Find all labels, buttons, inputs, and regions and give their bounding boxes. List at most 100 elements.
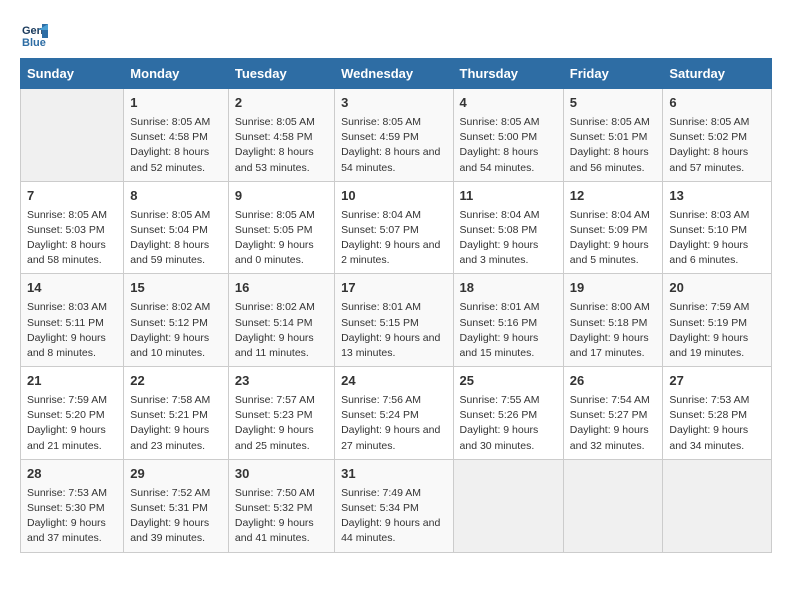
day-number: 16 — [235, 279, 328, 298]
calendar-cell: 12 Sunrise: 8:04 AM Sunset: 5:09 PM Dayl… — [563, 181, 663, 274]
week-row-3: 14 Sunrise: 8:03 AM Sunset: 5:11 PM Dayl… — [21, 274, 772, 367]
calendar-cell — [663, 459, 772, 552]
day-number: 28 — [27, 465, 117, 484]
calendar-cell: 8 Sunrise: 8:05 AM Sunset: 5:04 PM Dayli… — [124, 181, 229, 274]
svg-text:Blue: Blue — [22, 37, 46, 48]
cell-details: Sunrise: 8:01 AM Sunset: 5:16 PM Dayligh… — [460, 300, 557, 361]
calendar-cell: 19 Sunrise: 8:00 AM Sunset: 5:18 PM Dayl… — [563, 274, 663, 367]
day-number: 27 — [669, 372, 765, 391]
cell-details: Sunrise: 7:53 AM Sunset: 5:30 PM Dayligh… — [27, 486, 117, 547]
day-header-tuesday: Tuesday — [228, 59, 334, 89]
header-row: SundayMondayTuesdayWednesdayThursdayFrid… — [21, 59, 772, 89]
day-number: 25 — [460, 372, 557, 391]
cell-details: Sunrise: 8:00 AM Sunset: 5:18 PM Dayligh… — [570, 300, 657, 361]
week-row-5: 28 Sunrise: 7:53 AM Sunset: 5:30 PM Dayl… — [21, 459, 772, 552]
cell-details: Sunrise: 7:57 AM Sunset: 5:23 PM Dayligh… — [235, 393, 328, 454]
cell-details: Sunrise: 8:05 AM Sunset: 5:02 PM Dayligh… — [669, 115, 765, 176]
calendar-cell: 26 Sunrise: 7:54 AM Sunset: 5:27 PM Dayl… — [563, 367, 663, 460]
calendar-cell: 6 Sunrise: 8:05 AM Sunset: 5:02 PM Dayli… — [663, 89, 772, 182]
day-number: 23 — [235, 372, 328, 391]
day-header-monday: Monday — [124, 59, 229, 89]
cell-details: Sunrise: 8:05 AM Sunset: 4:59 PM Dayligh… — [341, 115, 446, 176]
calendar-cell: 1 Sunrise: 8:05 AM Sunset: 4:58 PM Dayli… — [124, 89, 229, 182]
cell-details: Sunrise: 8:02 AM Sunset: 5:12 PM Dayligh… — [130, 300, 222, 361]
day-header-wednesday: Wednesday — [335, 59, 453, 89]
calendar-cell: 4 Sunrise: 8:05 AM Sunset: 5:00 PM Dayli… — [453, 89, 563, 182]
calendar-cell: 17 Sunrise: 8:01 AM Sunset: 5:15 PM Dayl… — [335, 274, 453, 367]
cell-details: Sunrise: 7:55 AM Sunset: 5:26 PM Dayligh… — [460, 393, 557, 454]
calendar-cell: 31 Sunrise: 7:49 AM Sunset: 5:34 PM Dayl… — [335, 459, 453, 552]
day-number: 15 — [130, 279, 222, 298]
cell-details: Sunrise: 7:56 AM Sunset: 5:24 PM Dayligh… — [341, 393, 446, 454]
day-number: 18 — [460, 279, 557, 298]
week-row-1: 1 Sunrise: 8:05 AM Sunset: 4:58 PM Dayli… — [21, 89, 772, 182]
day-number: 29 — [130, 465, 222, 484]
day-number: 5 — [570, 94, 657, 113]
cell-details: Sunrise: 8:04 AM Sunset: 5:08 PM Dayligh… — [460, 208, 557, 269]
calendar-cell: 15 Sunrise: 8:02 AM Sunset: 5:12 PM Dayl… — [124, 274, 229, 367]
day-header-saturday: Saturday — [663, 59, 772, 89]
cell-details: Sunrise: 8:02 AM Sunset: 5:14 PM Dayligh… — [235, 300, 328, 361]
cell-details: Sunrise: 8:05 AM Sunset: 5:01 PM Dayligh… — [570, 115, 657, 176]
calendar-cell: 24 Sunrise: 7:56 AM Sunset: 5:24 PM Dayl… — [335, 367, 453, 460]
cell-details: Sunrise: 8:01 AM Sunset: 5:15 PM Dayligh… — [341, 300, 446, 361]
day-number: 31 — [341, 465, 446, 484]
cell-details: Sunrise: 8:05 AM Sunset: 5:05 PM Dayligh… — [235, 208, 328, 269]
calendar-cell: 10 Sunrise: 8:04 AM Sunset: 5:07 PM Dayl… — [335, 181, 453, 274]
day-number: 13 — [669, 187, 765, 206]
cell-details: Sunrise: 8:05 AM Sunset: 4:58 PM Dayligh… — [130, 115, 222, 176]
cell-details: Sunrise: 8:03 AM Sunset: 5:11 PM Dayligh… — [27, 300, 117, 361]
week-row-2: 7 Sunrise: 8:05 AM Sunset: 5:03 PM Dayli… — [21, 181, 772, 274]
day-number: 19 — [570, 279, 657, 298]
calendar-cell: 5 Sunrise: 8:05 AM Sunset: 5:01 PM Dayli… — [563, 89, 663, 182]
logo-icon: General Blue — [20, 20, 48, 48]
cell-details: Sunrise: 7:59 AM Sunset: 5:19 PM Dayligh… — [669, 300, 765, 361]
day-number: 17 — [341, 279, 446, 298]
day-header-thursday: Thursday — [453, 59, 563, 89]
day-number: 30 — [235, 465, 328, 484]
cell-details: Sunrise: 7:54 AM Sunset: 5:27 PM Dayligh… — [570, 393, 657, 454]
day-number: 21 — [27, 372, 117, 391]
calendar-cell: 2 Sunrise: 8:05 AM Sunset: 4:58 PM Dayli… — [228, 89, 334, 182]
calendar-cell: 13 Sunrise: 8:03 AM Sunset: 5:10 PM Dayl… — [663, 181, 772, 274]
day-number: 8 — [130, 187, 222, 206]
day-number: 20 — [669, 279, 765, 298]
cell-details: Sunrise: 8:05 AM Sunset: 5:03 PM Dayligh… — [27, 208, 117, 269]
calendar-cell: 30 Sunrise: 7:50 AM Sunset: 5:32 PM Dayl… — [228, 459, 334, 552]
cell-details: Sunrise: 8:03 AM Sunset: 5:10 PM Dayligh… — [669, 208, 765, 269]
calendar-cell — [453, 459, 563, 552]
cell-details: Sunrise: 8:05 AM Sunset: 5:04 PM Dayligh… — [130, 208, 222, 269]
cell-details: Sunrise: 7:50 AM Sunset: 5:32 PM Dayligh… — [235, 486, 328, 547]
day-number: 2 — [235, 94, 328, 113]
cell-details: Sunrise: 7:52 AM Sunset: 5:31 PM Dayligh… — [130, 486, 222, 547]
cell-details: Sunrise: 7:59 AM Sunset: 5:20 PM Dayligh… — [27, 393, 117, 454]
calendar-cell: 21 Sunrise: 7:59 AM Sunset: 5:20 PM Dayl… — [21, 367, 124, 460]
calendar-cell: 22 Sunrise: 7:58 AM Sunset: 5:21 PM Dayl… — [124, 367, 229, 460]
calendar-cell: 20 Sunrise: 7:59 AM Sunset: 5:19 PM Dayl… — [663, 274, 772, 367]
calendar-cell: 14 Sunrise: 8:03 AM Sunset: 5:11 PM Dayl… — [21, 274, 124, 367]
calendar-cell: 9 Sunrise: 8:05 AM Sunset: 5:05 PM Dayli… — [228, 181, 334, 274]
day-number: 22 — [130, 372, 222, 391]
day-header-sunday: Sunday — [21, 59, 124, 89]
day-number: 10 — [341, 187, 446, 206]
day-number: 9 — [235, 187, 328, 206]
logo: General Blue — [20, 20, 52, 48]
calendar-cell: 3 Sunrise: 8:05 AM Sunset: 4:59 PM Dayli… — [335, 89, 453, 182]
day-number: 3 — [341, 94, 446, 113]
header: General Blue — [20, 20, 772, 48]
calendar-cell: 18 Sunrise: 8:01 AM Sunset: 5:16 PM Dayl… — [453, 274, 563, 367]
day-number: 1 — [130, 94, 222, 113]
day-number: 14 — [27, 279, 117, 298]
calendar-cell: 28 Sunrise: 7:53 AM Sunset: 5:30 PM Dayl… — [21, 459, 124, 552]
day-number: 6 — [669, 94, 765, 113]
cell-details: Sunrise: 8:05 AM Sunset: 4:58 PM Dayligh… — [235, 115, 328, 176]
cell-details: Sunrise: 8:04 AM Sunset: 5:09 PM Dayligh… — [570, 208, 657, 269]
day-number: 11 — [460, 187, 557, 206]
cell-details: Sunrise: 8:05 AM Sunset: 5:00 PM Dayligh… — [460, 115, 557, 176]
calendar-cell: 23 Sunrise: 7:57 AM Sunset: 5:23 PM Dayl… — [228, 367, 334, 460]
cell-details: Sunrise: 7:58 AM Sunset: 5:21 PM Dayligh… — [130, 393, 222, 454]
cell-details: Sunrise: 7:53 AM Sunset: 5:28 PM Dayligh… — [669, 393, 765, 454]
day-number: 24 — [341, 372, 446, 391]
cell-details: Sunrise: 8:04 AM Sunset: 5:07 PM Dayligh… — [341, 208, 446, 269]
day-number: 7 — [27, 187, 117, 206]
